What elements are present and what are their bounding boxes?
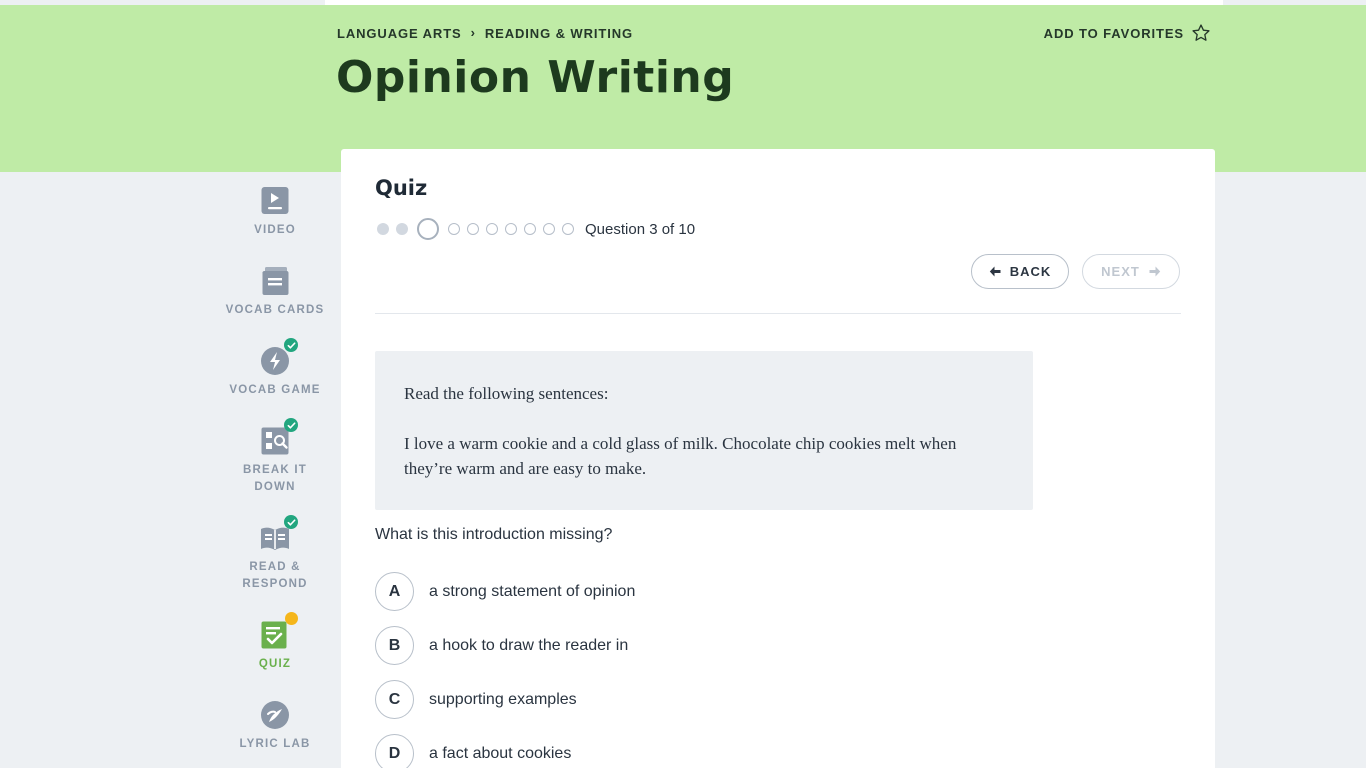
back-button[interactable]: BACK [971,254,1069,289]
question-counter: Question 3 of 10 [585,220,696,238]
label-line-1: BREAK IT [243,464,307,476]
label-line-1: READ & [249,561,301,573]
quiz-icon [260,612,298,650]
answer-text: a fact about cookies [429,744,572,762]
vocab-cards-icon [260,266,290,296]
lightning-icon [260,338,298,376]
page-title: Opinion Writing [336,52,735,103]
breadcrumb-reading-writing[interactable]: READING & WRITING [485,26,633,41]
progress-dot-7[interactable] [505,223,517,235]
sidebar-item-read-respond[interactable]: READ & RESPOND [220,515,330,593]
progress-dot-10[interactable] [562,223,574,235]
answer-option-c[interactable]: C supporting examples [375,680,577,719]
progress-dot-2[interactable] [396,223,408,235]
sidebar-item-label: VOCAB GAME [229,384,321,396]
sidebar-item-break-it-down[interactable]: BREAK IT DOWN [220,418,330,496]
complete-check-icon [284,338,298,352]
passage-body: I love a warm cookie and a cold glass of… [404,434,957,478]
progress-dot-3[interactable] [417,218,439,240]
sidebar-item-vocab-cards[interactable]: VOCAB CARDS [220,266,330,319]
sidebar-item-label: VIDEO [254,224,296,236]
lyric-lab-icon [260,700,290,730]
sidebar-item-label: QUIZ [258,658,292,670]
progress-dot-8[interactable] [524,223,536,235]
label-line-2: RESPOND [242,578,308,590]
favorites-label: ADD TO FAVORITES [1043,25,1184,41]
progress-dot-1[interactable] [377,223,389,235]
answer-option-d[interactable]: D a fact about cookies [375,734,571,768]
next-button[interactable]: NEXT [1082,254,1180,289]
quiz-card: Quiz Question 3 of 10 BACK NEXT Read the… [341,149,1215,768]
complete-check-icon [284,515,298,529]
video-icon [260,186,290,216]
divider [375,313,1181,314]
in-progress-dot-icon [285,612,298,625]
sidebar-item-label: LYRIC LAB [239,738,311,750]
answer-letter: C [375,680,414,719]
question-progress: Question 3 of 10 [377,217,695,241]
answer-option-a[interactable]: A a strong statement of opinion [375,572,635,611]
answer-text: a hook to draw the reader in [429,636,629,654]
answer-option-b[interactable]: B a hook to draw the reader in [375,626,628,665]
back-label: BACK [1009,264,1052,279]
chevron-right-icon: › [470,25,476,40]
sidebar-item-vocab-game[interactable]: VOCAB GAME [220,338,330,399]
answer-text: a strong statement of opinion [429,582,636,600]
breadcrumb-language-arts[interactable]: LANGUAGE ARTS [337,26,462,41]
complete-check-icon [284,418,298,432]
label-line-2: DOWN [254,481,296,493]
sidebar-item-label: VOCAB CARDS [225,304,325,316]
add-to-favorites-button[interactable]: ADD TO FAVORITES [1044,23,1211,43]
magnify-grid-icon [260,418,298,456]
sidebar-item-video[interactable]: VIDEO [220,186,330,239]
progress-dot-6[interactable] [486,223,498,235]
question-text: What is this introduction missing? [375,526,613,543]
next-label: NEXT [1101,264,1140,279]
reading-passage: Read the following sentences: I love a w… [375,351,1033,510]
sidebar-item-label: READ & RESPOND [242,559,307,593]
sidebar-item-lyric-lab[interactable]: LYRIC LAB [220,700,330,753]
star-icon [1192,24,1210,41]
sidebar-item-label: BREAK IT DOWN [243,462,307,496]
sidebar-item-quiz[interactable]: QUIZ [220,612,330,673]
book-icon [260,515,298,553]
progress-dot-5[interactable] [467,223,479,235]
lesson-banner: LANGUAGE ARTS › READING & WRITING ADD TO… [0,5,1366,172]
answer-letter: D [375,734,414,768]
answer-letter: B [375,626,414,665]
arrow-right-icon [1149,266,1161,277]
answer-text: supporting examples [429,690,577,708]
answer-letter: A [375,572,414,611]
progress-dot-4[interactable] [448,223,460,235]
arrow-left-icon [989,266,1001,277]
passage-intro: Read the following sentences: [404,384,609,403]
breadcrumb: LANGUAGE ARTS › READING & WRITING [337,25,633,41]
quiz-title: Quiz [375,176,428,200]
progress-dot-9[interactable] [543,223,555,235]
